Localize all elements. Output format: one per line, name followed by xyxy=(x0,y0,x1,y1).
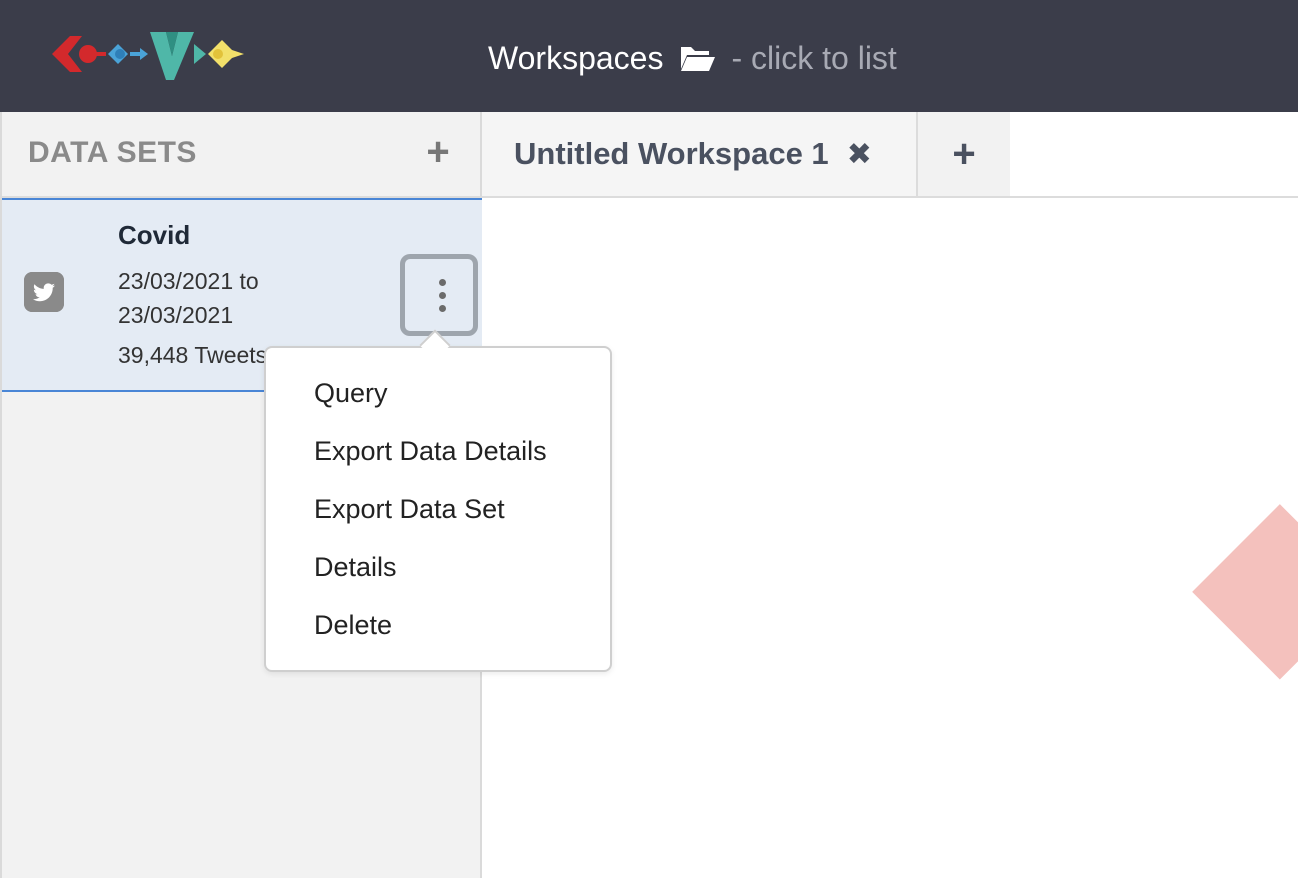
dataset-options-menu: Query Export Data Details Export Data Se… xyxy=(264,346,612,672)
dataset-date-range: 23/03/2021 to 23/03/2021 xyxy=(118,264,259,332)
twitter-icon xyxy=(24,272,64,312)
app-header: Workspaces - click to list xyxy=(0,0,1298,112)
kebab-dot xyxy=(439,305,446,312)
sidebar-header: DATA SETS + xyxy=(2,112,482,198)
cosmos-logo[interactable] xyxy=(48,22,248,86)
dataset-tweet-count: 39,448 Tweets xyxy=(118,342,268,368)
menu-item-export-data-set[interactable]: Export Data Set xyxy=(314,494,505,525)
tab-label: Untitled Workspace 1 xyxy=(514,136,829,171)
menu-item-delete[interactable]: Delete xyxy=(314,610,392,641)
kebab-dot xyxy=(439,292,446,299)
decorative-diamond xyxy=(1192,504,1298,680)
tab-untitled-workspace-1[interactable]: Untitled Workspace 1 ✖ xyxy=(482,112,918,196)
add-data-set-button[interactable]: + xyxy=(420,132,456,172)
close-tab-icon[interactable]: ✖ xyxy=(847,137,872,172)
menu-item-export-data-details[interactable]: Export Data Details xyxy=(314,436,547,467)
workspaces-label: Workspaces xyxy=(488,39,664,76)
folder-open-icon xyxy=(681,47,716,71)
workspace-tab-bar: Untitled Workspace 1 ✖ + xyxy=(482,112,1298,198)
dataset-date-to: 23/03/2021 xyxy=(118,302,234,328)
kebab-dot xyxy=(439,279,446,286)
menu-item-query[interactable]: Query xyxy=(314,378,388,409)
click-to-list-hint: - click to list xyxy=(731,39,897,76)
workspaces-title[interactable]: Workspaces - click to list xyxy=(488,36,897,80)
dataset-options-button[interactable] xyxy=(400,254,478,336)
dataset-name: Covid xyxy=(118,220,191,250)
dataset-date-from: 23/03/2021 to xyxy=(118,268,259,294)
sidebar-title: DATA SETS xyxy=(28,136,197,169)
menu-item-details[interactable]: Details xyxy=(314,552,397,583)
add-workspace-tab-button[interactable]: + xyxy=(918,112,1010,196)
